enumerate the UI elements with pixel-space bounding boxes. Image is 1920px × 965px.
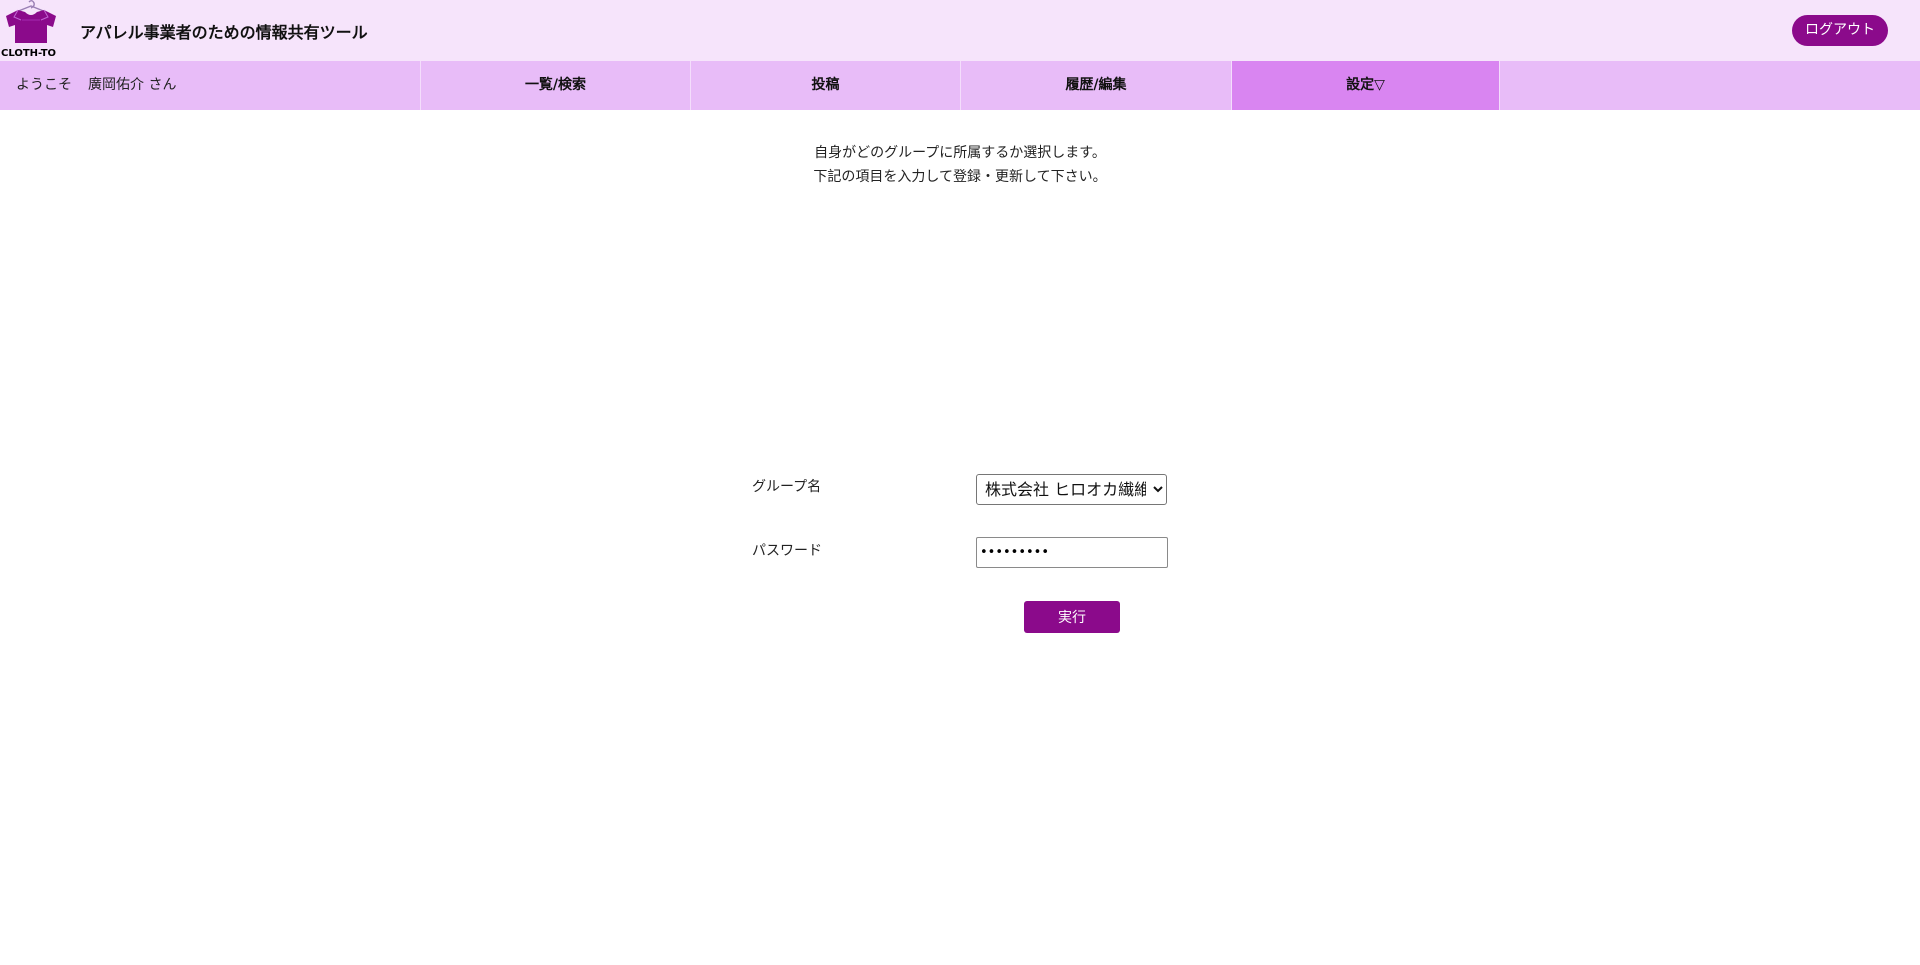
nav-item-settings[interactable]: 設定▽ xyxy=(1231,61,1499,110)
instruction-line-2: 下記の項目を入力して登録・更新して下さい。 xyxy=(813,169,1107,185)
instructions: 自身がどのグループに所属するか選択します。 下記の項目を入力して登録・更新して下… xyxy=(0,141,1920,189)
user-name: 廣岡佑介 さん xyxy=(88,77,177,93)
logo[interactable]: CLOTH-TO xyxy=(0,0,64,61)
nav-empty-cell xyxy=(1499,61,1920,110)
submit-button[interactable]: 実行 xyxy=(1024,601,1120,633)
app-header: CLOTH-TO アパレル事業者のための情報共有ツール ログアウト xyxy=(0,0,1920,61)
shirt-hanger-icon xyxy=(6,0,56,43)
nav-item-list-search[interactable]: 一覧/検索 xyxy=(420,61,690,110)
app-title: アパレル事業者のための情報共有ツール xyxy=(80,23,368,42)
group-select[interactable]: 株式会社 ヒロオカ繊維 xyxy=(976,474,1167,505)
nav-item-history-edit[interactable]: 履歴/編集 xyxy=(960,61,1231,110)
logout-button[interactable]: ログアウト xyxy=(1792,15,1888,46)
main-nav: ようこそ 廣岡佑介 さん 一覧/検索 投稿 履歴/編集 設定▽ xyxy=(0,61,1920,110)
instruction-line-1: 自身がどのグループに所属するか選択します。 xyxy=(814,145,1106,161)
password-field[interactable] xyxy=(976,537,1168,568)
logo-text: CLOTH-TO xyxy=(1,48,57,59)
nav-item-post[interactable]: 投稿 xyxy=(690,61,960,110)
password-label: パスワード xyxy=(752,543,822,559)
welcome-prefix: ようこそ xyxy=(16,77,72,93)
welcome-message: ようこそ 廣岡佑介 さん xyxy=(16,61,192,110)
group-name-label: グループ名 xyxy=(752,479,822,495)
